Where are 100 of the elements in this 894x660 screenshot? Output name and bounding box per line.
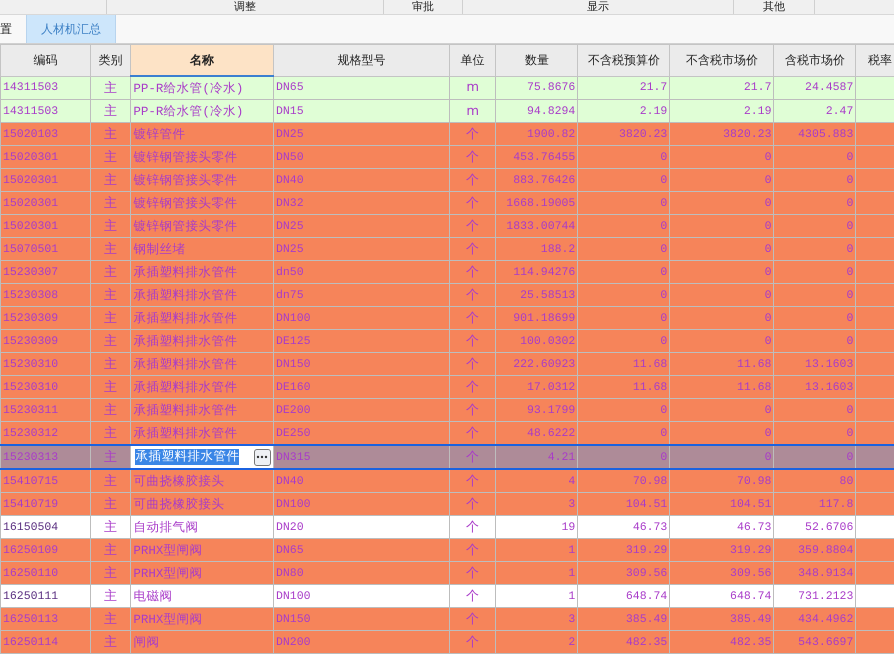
unit-cell: 个 bbox=[466, 357, 480, 372]
name-cell: 承插塑料排水管件 bbox=[133, 358, 238, 372]
market-price-cell: 46.73 bbox=[736, 520, 772, 534]
table-row[interactable]: 15020301 主 镀锌钢管接头零件 DN40 个 883.76426 0 0 0 bbox=[0, 168, 894, 192]
tax-price-cell: 434.4962 bbox=[798, 612, 854, 626]
table-row[interactable]: 16150504 主 自动排气阀 DN20 个 19 46.73 46.73 52.6706 bbox=[0, 516, 894, 538]
quantity-cell: 1 bbox=[568, 566, 576, 580]
code-cell: 15230309 bbox=[3, 312, 58, 324]
type-cell: 主 bbox=[104, 173, 118, 188]
market-price-cell: 0 bbox=[764, 426, 772, 440]
tab[interactable]: 人材机汇总 bbox=[26, 15, 116, 43]
unit-cell: 个 bbox=[466, 173, 480, 188]
name-cell: 钢制丝堵 bbox=[133, 242, 186, 256]
table-row[interactable]: 15230310 主 承插塑料排水管件 DN150 个 222.60923 11.68 11.68 13.1603 bbox=[0, 352, 894, 376]
table-row[interactable]: 15230309 主 承插塑料排水管件 DN100 个 901.18699 0 0 0 bbox=[0, 306, 894, 330]
table-row[interactable]: 15230310 主 承插塑料排水管件 DE160 个 17.0312 11.68 11.68 13.1603 bbox=[0, 376, 894, 398]
market-price-cell: 385.49 bbox=[730, 612, 772, 626]
tax-price-cell: 0 bbox=[846, 242, 854, 256]
table-row[interactable]: 14311503 主 PP-R给水管(冷水) DN15 m 94.8294 2.19 2.19 2.47 bbox=[0, 100, 894, 122]
table-row[interactable]: 15020301 主 镀锌钢管接头零件 DN50 个 453.76455 0 0 0 bbox=[0, 146, 894, 168]
spec-cell: DN50 bbox=[276, 150, 304, 164]
table-row[interactable]: 15410715 主 可曲挠橡胶接头 DN40 个 4 70.98 70.98 80 bbox=[0, 469, 894, 492]
unit-cell: 个 bbox=[466, 589, 480, 604]
name-cell: PRHX型闸阀 bbox=[133, 566, 202, 580]
table-row[interactable]: 15230308 主 承插塑料排水管件 dn75 个 25.58513 0 0 0 bbox=[0, 284, 894, 306]
market-price-cell: 104.51 bbox=[730, 498, 772, 510]
code-cell: 16250109 bbox=[3, 544, 58, 556]
group-label: 其他 bbox=[733, 0, 815, 14]
quantity-cell: 17.0312 bbox=[527, 380, 576, 394]
budget-price-cell: 0 bbox=[660, 266, 668, 278]
table-row[interactable]: 15070501 主 钢制丝堵 DN25 个 188.2 0 0 0 bbox=[0, 238, 894, 260]
tax-price-cell: 4305.883 bbox=[798, 128, 854, 140]
spec-cell: DE160 bbox=[276, 380, 310, 394]
table-row[interactable]: 15230307 主 承插塑料排水管件 dn50 个 114.94276 0 0 0 bbox=[0, 260, 894, 284]
column-header[interactable]: 数量 bbox=[496, 44, 578, 76]
spec-cell: DN65 bbox=[276, 544, 304, 556]
quantity-cell: 901.18699 bbox=[513, 312, 576, 324]
unit-cell: 个 bbox=[466, 219, 480, 234]
market-price-cell: 11.68 bbox=[736, 358, 772, 370]
tax-price-cell: 117.8 bbox=[818, 498, 854, 510]
column-header[interactable]: 含税市场价 bbox=[774, 44, 856, 76]
tax-price-cell: 0 bbox=[846, 312, 854, 324]
column-header[interactable]: 编码 bbox=[0, 44, 90, 76]
type-cell: 主 bbox=[104, 242, 118, 257]
budget-price-cell: 0 bbox=[660, 426, 668, 440]
table-row[interactable]: 15230311 主 承插塑料排水管件 DE200 个 93.1799 0 0 0 bbox=[0, 398, 894, 422]
table-row[interactable]: 16250109 主 PRHX型闸阀 DN65 个 1 319.29 319.29 359.8804 bbox=[0, 538, 894, 562]
table-row[interactable]: 16250113 主 PRHX型闸阀 DN150 个 3 385.49 385.49 434.4962 bbox=[0, 608, 894, 630]
type-cell: 主 bbox=[104, 450, 118, 465]
tab[interactable]: 置 bbox=[0, 15, 26, 43]
unit-cell: m bbox=[466, 104, 479, 118]
spec-cell: dn75 bbox=[276, 288, 304, 302]
market-price-cell: 0 bbox=[764, 174, 772, 186]
table-row[interactable]: 15230312 主 承插塑料排水管件 DE250 个 48.6222 0 0 0 bbox=[0, 422, 894, 445]
name-cell: 承插塑料排水管件 bbox=[133, 334, 238, 348]
column-header[interactable]: 规格型号 bbox=[273, 44, 450, 76]
market-price-cell: 0 bbox=[764, 404, 772, 416]
market-price-cell: 0 bbox=[764, 266, 772, 278]
name-cell: 镀锌钢管接头零件 bbox=[133, 220, 238, 234]
type-cell: 主 bbox=[104, 288, 118, 303]
budget-price-cell: 11.68 bbox=[632, 380, 668, 394]
code-cell: 14311503 bbox=[3, 104, 58, 118]
column-header[interactable]: 类别 bbox=[90, 44, 131, 76]
column-header[interactable]: 名称 bbox=[130, 44, 274, 76]
budget-price-cell: 2.19 bbox=[640, 104, 668, 118]
type-cell: 主 bbox=[104, 127, 118, 142]
column-header[interactable]: 税率 bbox=[856, 44, 894, 76]
quantity-cell: 1668.19005 bbox=[506, 196, 576, 210]
code-cell: 15230309 bbox=[3, 334, 58, 348]
name-cell: PRHX型闸阀 bbox=[133, 544, 202, 558]
name-cell: 承插塑料排水管件 bbox=[133, 404, 238, 418]
code-cell: 16250110 bbox=[3, 566, 58, 580]
table-row[interactable]: 15230309 主 承插塑料排水管件 DE125 个 100.0302 0 0 0 bbox=[0, 330, 894, 352]
unit-cell: 个 bbox=[466, 403, 480, 418]
budget-price-cell: 0 bbox=[660, 404, 668, 416]
type-cell: 主 bbox=[104, 543, 118, 558]
quantity-cell: 453.76455 bbox=[513, 150, 576, 164]
column-header[interactable]: 不含税市场价 bbox=[670, 44, 774, 76]
budget-price-cell: 0 bbox=[660, 174, 668, 186]
table-row[interactable]: 15020301 主 镀锌钢管接头零件 DN32 个 1668.19005 0 0 0 bbox=[0, 192, 894, 214]
quantity-cell: 25.58513 bbox=[520, 288, 576, 302]
quantity-cell: 100.0302 bbox=[520, 334, 576, 348]
name-cell: 镀锌钢管接头零件 bbox=[133, 196, 238, 210]
table-row[interactable]: 16250110 主 PRHX型闸阀 DN80 个 1 309.56 309.56 348.9134 bbox=[0, 562, 894, 584]
group-label: 调整 bbox=[106, 0, 383, 14]
code-cell: 15410719 bbox=[3, 498, 58, 510]
table-row[interactable]: 15410719 主 可曲挠橡胶接头 DN100 个 3 104.51 104.51 117.8 bbox=[0, 492, 894, 516]
table-row[interactable]: 14311503 主 PP-R给水管(冷水) DN65 m 75.8676 21.7 21.7 24.4587 bbox=[0, 76, 894, 100]
column-header[interactable]: 不含税预算价 bbox=[578, 44, 670, 76]
spec-cell: DN150 bbox=[276, 358, 310, 370]
type-cell: 主 bbox=[104, 311, 118, 326]
table-row[interactable]: 15020301 主 镀锌钢管接头零件 DN25 个 1833.00744 0 0 0 bbox=[0, 214, 894, 238]
budget-price-cell: 21.7 bbox=[640, 81, 668, 94]
column-header[interactable]: 单位 bbox=[449, 44, 496, 76]
unit-cell: 个 bbox=[466, 311, 480, 326]
table-row[interactable]: 16250111 主 电磁阀 DN100 个 1 648.74 648.74 731.2123 bbox=[0, 584, 894, 608]
table-row[interactable]: 16250114 主 闸阀 DN200 个 2 482.35 482.35 543.6697 bbox=[0, 630, 894, 654]
code-cell: 15020301 bbox=[3, 220, 58, 232]
table-row[interactable]: 15020103 主 镀锌管件 DN25 个 1900.82 3820.23 3820.23 4305.883 bbox=[0, 122, 894, 146]
name-cell: 承插塑料排水管件 bbox=[133, 312, 238, 326]
